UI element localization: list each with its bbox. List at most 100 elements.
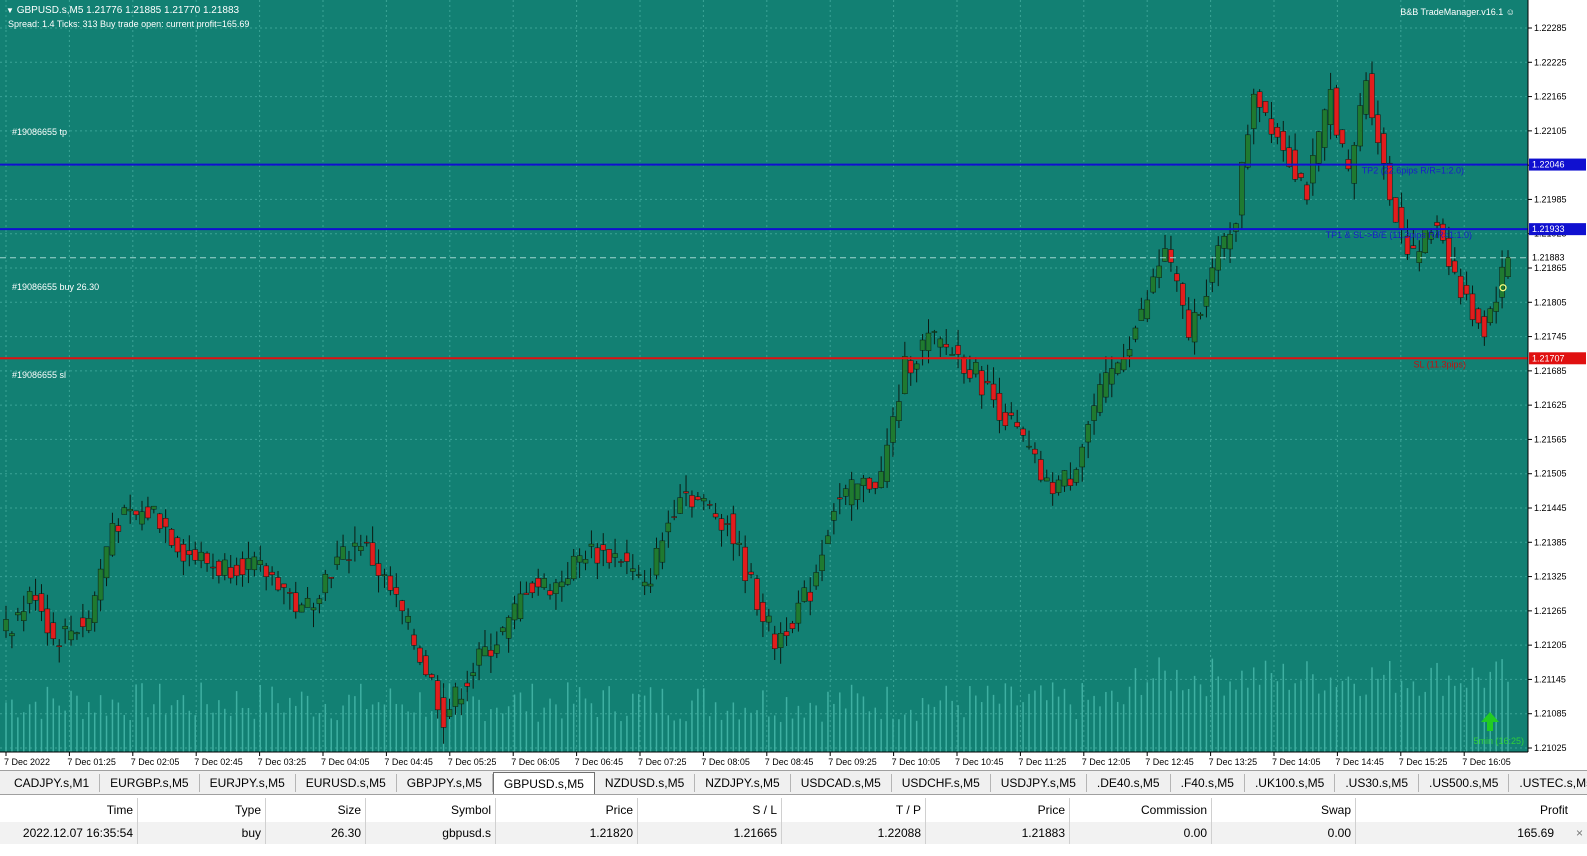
cell-size-2: 26.30	[266, 822, 366, 844]
candle	[600, 544, 607, 551]
col-header-type-1[interactable]: Type	[138, 798, 266, 823]
candle	[322, 574, 329, 594]
candle	[1091, 405, 1097, 421]
candle	[470, 672, 476, 677]
candle	[1381, 133, 1387, 164]
candle	[1375, 114, 1381, 143]
smiley-icon: ☺	[1505, 7, 1515, 17]
col-header-price-4[interactable]: Price	[496, 798, 638, 823]
tab-nzdjpy-s-m5[interactable]: NZDJPY.s,M5	[695, 774, 791, 792]
candle	[1049, 482, 1056, 494]
col-header-symbol-3[interactable]: Symbol	[366, 798, 496, 823]
candle	[1185, 309, 1192, 338]
tab-eurgbp-s-m5[interactable]: EURGBP.s,M5	[100, 774, 200, 792]
candle	[363, 541, 370, 544]
tab-usdchf-s-m5[interactable]: USDCHF.s,M5	[892, 774, 991, 792]
tab-f40-s-m5[interactable]: .F40.s,M5	[1171, 774, 1245, 792]
buy-order-label[interactable]: #19086655 buy 26.30	[12, 282, 99, 292]
candle	[186, 550, 193, 555]
candle	[417, 647, 423, 663]
time-tick-label: 7 Dec 12:05	[1082, 757, 1131, 767]
candle	[1120, 358, 1127, 371]
close-trade-icon[interactable]: ×	[1576, 822, 1583, 844]
col-header-price-7[interactable]: Price	[926, 798, 1070, 823]
candle	[1487, 308, 1494, 323]
tab-gbpjpy-s-m5[interactable]: GBPJPY.s,M5	[397, 774, 493, 792]
candle	[1103, 372, 1109, 398]
timer-note: 5min (16:25)	[1473, 736, 1524, 746]
col-header-tp-6[interactable]: T / P	[782, 798, 926, 823]
candle	[287, 592, 293, 594]
col-header-sl-5[interactable]: S / L	[638, 798, 782, 823]
candle	[26, 591, 33, 604]
price-chart[interactable]: TP2 (22.6pips R/R=1:2.0) TP1 & SL->B/E (1…	[0, 0, 1587, 770]
candle	[701, 498, 707, 502]
time-tick-label: 7 Dec 10:05	[892, 757, 941, 767]
candle	[387, 575, 394, 591]
tab-nzdusd-s-m5[interactable]: NZDUSD.s,M5	[595, 774, 696, 792]
tab-uk100-s-m5[interactable]: .UK100.s,M5	[1245, 774, 1336, 792]
tab-eurjpy-s-m5[interactable]: EURJPY.s,M5	[200, 774, 296, 792]
tab-usdjpy-s-m5[interactable]: USDJPY.s,M5	[991, 774, 1087, 792]
tab-us500-s-m5[interactable]: .US500.s,M5	[1419, 774, 1510, 792]
sl-order-label[interactable]: #19086655 sl	[12, 370, 66, 380]
price-tick-label: 1.22285	[1534, 23, 1567, 33]
candle	[671, 516, 677, 518]
candle	[1227, 233, 1233, 250]
candle	[1174, 273, 1180, 282]
candle	[1126, 349, 1133, 357]
col-header-commission-8[interactable]: Commission	[1070, 798, 1212, 823]
candle	[494, 644, 500, 654]
candle	[434, 680, 441, 711]
candle	[15, 612, 21, 616]
tp-order-label[interactable]: #19086655 tp	[12, 127, 67, 137]
time-tick-label: 7 Dec 14:45	[1335, 757, 1384, 767]
candle	[783, 631, 790, 636]
candle	[1333, 87, 1340, 136]
collapse-triangle-icon[interactable]: ▼	[6, 6, 14, 15]
candle	[641, 581, 648, 587]
tab-us30-s-m5[interactable]: .US30.s,M5	[1335, 774, 1420, 792]
candle	[74, 632, 80, 635]
candle	[949, 354, 955, 356]
col-header-profit-10[interactable]: Profit	[1356, 798, 1572, 823]
candle	[1250, 93, 1257, 129]
candle	[1298, 173, 1304, 178]
tab-de40-s-m5[interactable]: .DE40.s,M5	[1087, 774, 1171, 792]
candle	[263, 565, 269, 577]
candle	[1073, 469, 1080, 483]
candle	[1416, 251, 1423, 263]
candle	[860, 477, 867, 486]
chart-area[interactable]: TP2 (22.6pips R/R=1:2.0) TP1 & SL->B/E (1…	[0, 0, 1587, 770]
candle	[174, 537, 181, 553]
candle	[1097, 384, 1103, 413]
col-header-time-0[interactable]: Time	[0, 798, 138, 823]
time-tick-label: 7 Dec 2022	[4, 757, 50, 767]
tab-gbpusd-s-m5[interactable]: GBPUSD.s,M5	[492, 772, 595, 794]
candle	[198, 551, 204, 562]
tab-eurusd-s-m5[interactable]: EURUSD.s,M5	[296, 774, 397, 792]
candle	[488, 649, 494, 657]
candle	[1138, 308, 1145, 321]
candle	[535, 578, 541, 588]
candle	[1014, 422, 1020, 427]
candle	[393, 587, 400, 595]
price-tick-label: 1.22105	[1534, 126, 1567, 136]
candle	[210, 566, 216, 569]
candle	[423, 655, 429, 675]
candle	[233, 564, 240, 577]
trade-table-header: Time Type Size Symbol Price S / LT / P Price Co…	[0, 798, 1587, 824]
candle	[121, 507, 128, 515]
candle	[618, 561, 624, 563]
candle	[62, 625, 68, 630]
tab-cadjpy-s-m1[interactable]: CADJPY.s,M1	[4, 774, 101, 792]
tab-ustec-s-m5[interactable]: .USTEC.s,M5	[1509, 774, 1587, 792]
candle	[32, 595, 39, 601]
table-row[interactable]: 2022.12.07 16:35:54 buy 26.30 gbpusd.s 1.218…	[0, 822, 1587, 844]
candle	[1452, 260, 1458, 273]
candle	[606, 549, 612, 564]
candle	[56, 645, 62, 647]
tab-usdcad-s-m5[interactable]: USDCAD.s,M5	[791, 774, 892, 792]
col-header-swap-9[interactable]: Swap	[1212, 798, 1356, 823]
col-header-size-2[interactable]: Size	[266, 798, 366, 823]
